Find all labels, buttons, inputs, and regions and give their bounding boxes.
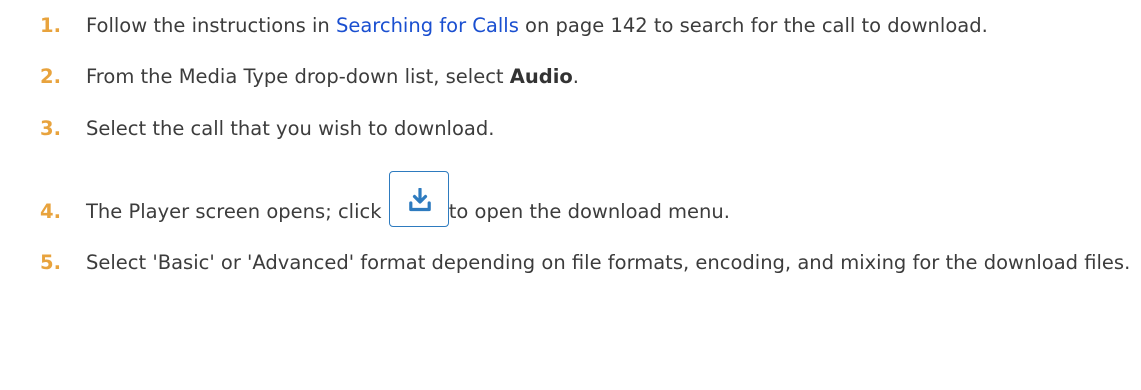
step-text: Select 'Basic' or 'Advanced' format depe…: [86, 251, 1131, 274]
step-text-before: From the Media Type drop-down list, sele…: [86, 65, 510, 88]
step-number: 4.: [40, 200, 61, 223]
step-number: 2.: [40, 65, 61, 88]
step-number: 5.: [40, 251, 61, 274]
step-text-after: .: [572, 65, 579, 88]
step-text-after: on page 142 to search for the call to do…: [518, 14, 988, 37]
audio-option-label: Audio: [509, 65, 573, 88]
download-button[interactable]: [388, 171, 449, 227]
step-5: 5. Select 'Basic' or 'Advanced' format d…: [40, 245, 1135, 280]
step-text: Select the call that you wish to downloa…: [86, 117, 495, 140]
step-4: 4. The Player screen opens; click to ope…: [40, 171, 1135, 229]
step-text-before: The Player screen opens; click: [86, 200, 388, 223]
step-text: The Player screen opens; click to open t…: [86, 171, 1135, 229]
step-text: Follow the instructions in Searching for…: [86, 8, 1135, 43]
searching-for-calls-link[interactable]: Searching for Calls: [336, 14, 519, 37]
procedure-steps: 1. Follow the instructions in Searching …: [40, 8, 1135, 280]
step-1: 1. Follow the instructions in Searching …: [40, 8, 1135, 43]
step-number: 3.: [40, 117, 61, 140]
step-2: 2. From the Media Type drop-down list, s…: [40, 59, 1135, 94]
step-text-after: to open the download menu.: [448, 200, 730, 223]
step-text-before: Follow the instructions in: [86, 14, 336, 37]
step-number: 1.: [40, 14, 61, 37]
download-icon: [408, 188, 431, 212]
step-3: 3. Select the call that you wish to down…: [40, 111, 1135, 146]
step-text: From the Media Type drop-down list, sele…: [86, 59, 1135, 94]
